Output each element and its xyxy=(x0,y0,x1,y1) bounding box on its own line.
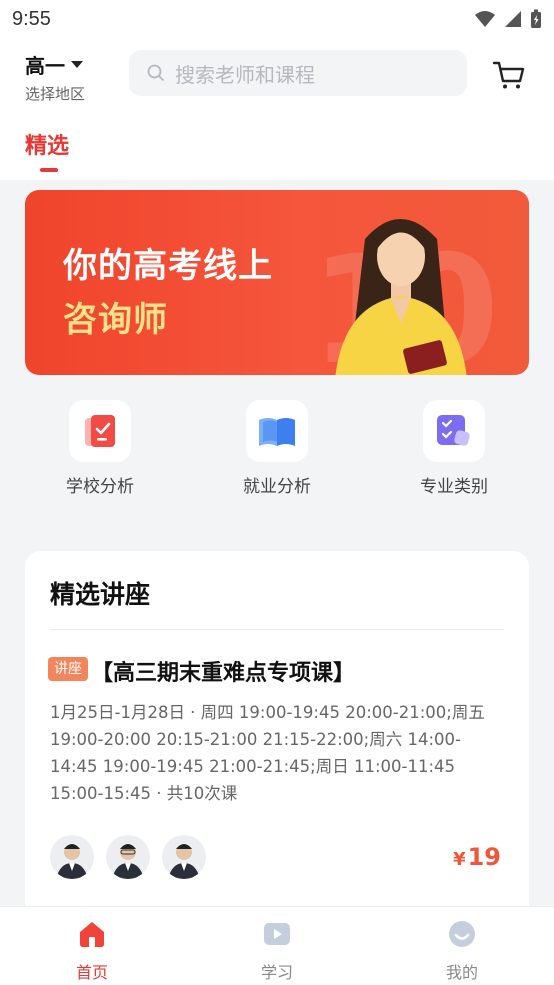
cart-icon[interactable] xyxy=(492,60,526,90)
price-value: 19 xyxy=(467,843,501,871)
nav-label: 我的 xyxy=(445,963,478,982)
banner-subheadline: 咨询师 xyxy=(63,300,168,340)
status-time: 9:55 xyxy=(12,7,51,30)
home-icon xyxy=(80,922,104,947)
region-label: 选择地区 xyxy=(25,85,86,103)
quick-link-major-category[interactable]: 专业类别 xyxy=(384,400,524,497)
teacher-avatar xyxy=(162,835,206,879)
course-title: 【高三期末重难点专项课】 xyxy=(91,661,356,686)
quick-link-label: 专业类别 xyxy=(420,477,488,497)
divider xyxy=(50,629,504,630)
profile-icon xyxy=(449,921,475,947)
caret-down-icon xyxy=(71,61,83,68)
status-bar: 9:55 xyxy=(0,0,554,38)
search-icon xyxy=(147,64,165,82)
quick-link-label: 学校分析 xyxy=(66,477,134,497)
battery-icon xyxy=(531,9,541,28)
course-schedule: 1月25日-1月28日 · 周四 19:00-19:45 20:00-21:00… xyxy=(50,703,485,803)
nav-label: 学习 xyxy=(260,963,293,982)
wifi-icon xyxy=(475,11,495,27)
status-icons xyxy=(474,9,542,29)
teacher-avatars xyxy=(50,835,206,879)
quick-link-employment-analysis[interactable]: 就业分析 xyxy=(207,400,347,497)
teacher-avatar xyxy=(106,835,150,879)
search-input[interactable]: 搜索老师和课程 xyxy=(129,50,467,96)
top-header: 高一 选择地区 搜索老师和课程 xyxy=(0,38,554,110)
course-price: ¥19 xyxy=(453,843,501,871)
teacher-avatar xyxy=(50,835,94,879)
employment-analysis-icon xyxy=(259,418,295,446)
grade-selector[interactable]: 高一 选择地区 xyxy=(25,50,85,104)
study-icon xyxy=(264,923,290,945)
signal-icon xyxy=(505,11,521,27)
consultant-photo xyxy=(335,219,467,375)
grade-label: 高一 xyxy=(25,54,65,78)
tab-indicator xyxy=(40,168,58,172)
quick-link-label: 就业分析 xyxy=(243,477,311,497)
nav-home[interactable]: 首页 xyxy=(42,919,142,983)
banner-headline: 你的高考线上 xyxy=(63,246,273,286)
tab-featured[interactable]: 精选 xyxy=(25,128,69,160)
course-badge: 讲座 xyxy=(48,657,88,681)
major-category-icon xyxy=(437,415,470,446)
quick-link-school-analysis[interactable]: 学校分析 xyxy=(30,400,170,497)
price-symbol: ¥ xyxy=(453,849,466,870)
lectures-section: 精选讲座 讲座 【高三期末重难点专项课】 1月25日-1月28日 · 周四 19… xyxy=(25,551,529,931)
bottom-nav: 首页 学习 我的 xyxy=(0,906,554,985)
nav-study[interactable]: 学习 xyxy=(227,919,327,983)
search-placeholder: 搜索老师和课程 xyxy=(175,62,315,87)
section-title: 精选讲座 xyxy=(50,580,151,609)
school-analysis-icon xyxy=(85,415,115,447)
nav-label: 首页 xyxy=(75,963,108,982)
promo-banner[interactable]: 1 0 你的高考线上 咨询师 xyxy=(25,190,529,375)
nav-profile[interactable]: 我的 xyxy=(412,919,512,983)
tab-bar: 精选 xyxy=(0,110,554,180)
